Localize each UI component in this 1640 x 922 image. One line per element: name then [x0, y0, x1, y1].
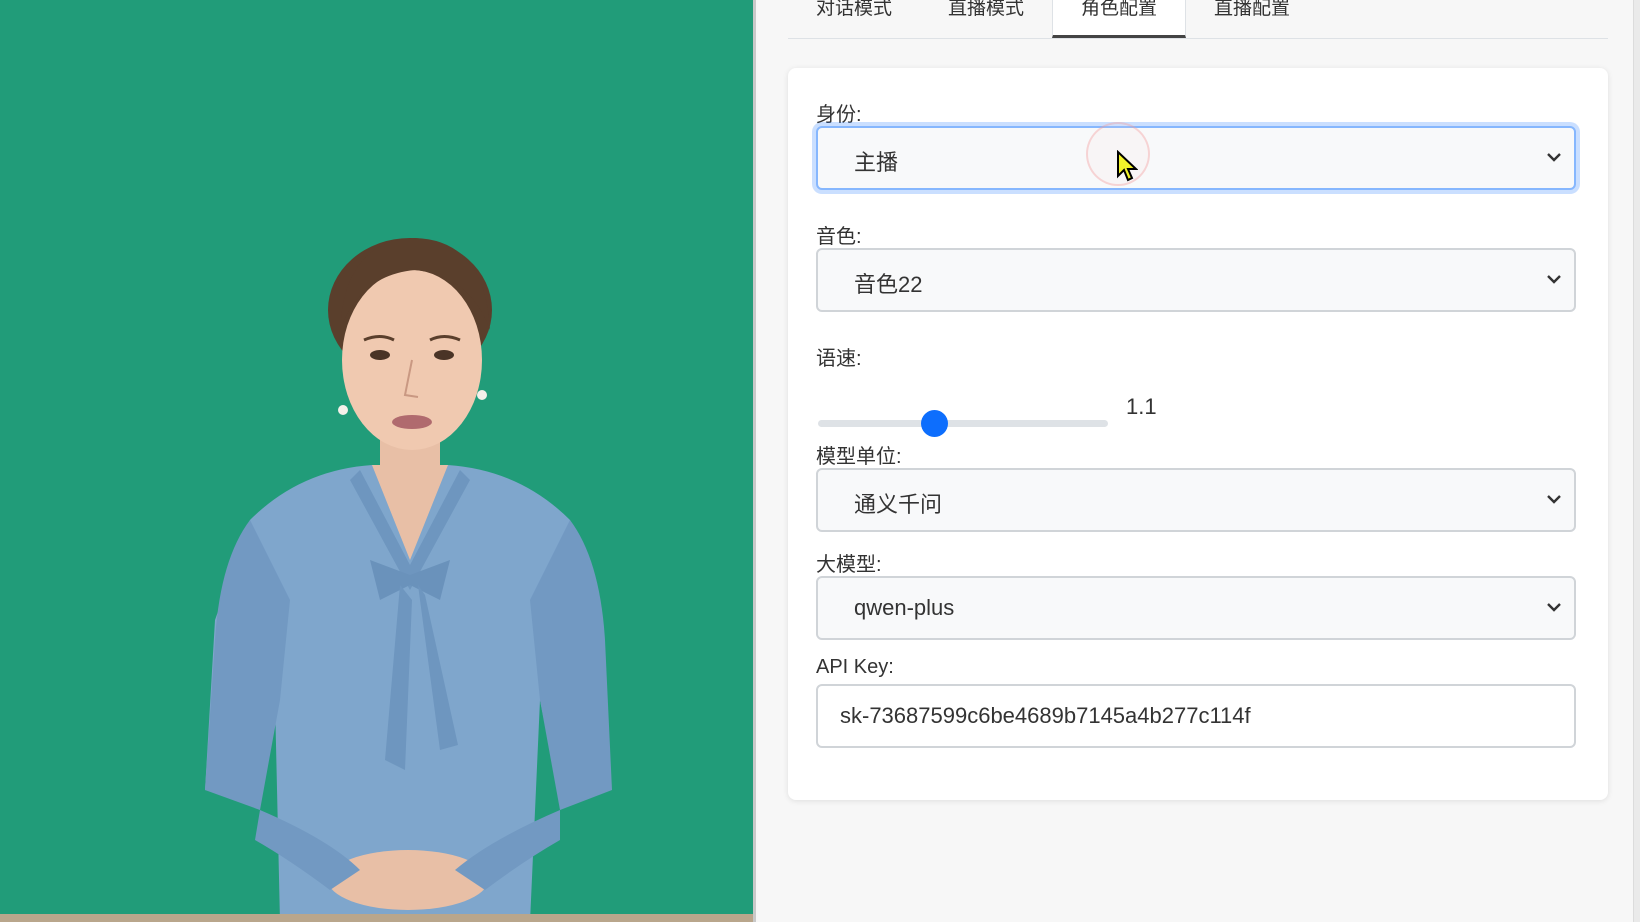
provider-select[interactable]: 通义千问	[816, 468, 1576, 532]
api-key-input[interactable]: sk-73687599c6be4689b7145a4b277c114f	[816, 684, 1576, 748]
api-key-value: sk-73687599c6be4689b7145a4b277c114f	[840, 703, 1251, 728]
chevron-down-icon	[1547, 153, 1561, 162]
voice-select-value: 音色22	[854, 272, 923, 297]
config-tabs: 对话模式 直播模式 角色配置 直播配置	[788, 0, 1608, 39]
tab-chat-mode[interactable]: 对话模式	[788, 0, 920, 38]
config-panel: 对话模式 直播模式 角色配置 直播配置 身份: 主播 音色: 音色22 语速: …	[758, 0, 1640, 922]
tab-live-config[interactable]: 直播配置	[1186, 0, 1318, 38]
speed-value: 1.1	[1126, 394, 1157, 419]
chevron-down-icon	[1547, 603, 1561, 612]
desk-edge	[0, 914, 753, 922]
speed-slider[interactable]	[818, 408, 1108, 438]
api-key-label: API Key:	[816, 656, 894, 678]
provider-select-value: 通义千问	[854, 492, 943, 517]
avatar-video-panel	[0, 0, 756, 922]
model-label: 大模型:	[816, 554, 882, 576]
identity-select[interactable]: 主播	[816, 126, 1576, 190]
identity-select-value: 主播	[854, 150, 899, 175]
digital-human-avatar	[205, 238, 612, 922]
tab-live-mode[interactable]: 直播模式	[920, 0, 1052, 38]
voice-select[interactable]: 音色22	[816, 248, 1576, 312]
role-config-card: 身份: 主播 音色: 音色22 语速: 1.1 模型单位: 通义千问 大模型: …	[788, 68, 1608, 800]
slider-track	[818, 420, 1108, 427]
identity-label: 身份:	[816, 104, 862, 126]
model-select-value: qwen-plus	[854, 595, 955, 620]
slider-thumb[interactable]	[921, 410, 948, 437]
speed-label: 语速:	[816, 348, 862, 370]
chevron-down-icon	[1547, 495, 1561, 504]
app-root: 对话模式 直播模式 角色配置 直播配置 身份: 主播 音色: 音色22 语速: …	[0, 0, 1640, 922]
tab-role-config[interactable]: 角色配置	[1052, 0, 1187, 38]
scrollbar[interactable]	[1633, 0, 1640, 922]
chevron-down-icon	[1547, 275, 1561, 284]
model-select[interactable]: qwen-plus	[816, 576, 1576, 640]
voice-label: 音色:	[816, 226, 862, 248]
provider-label: 模型单位:	[816, 446, 902, 468]
